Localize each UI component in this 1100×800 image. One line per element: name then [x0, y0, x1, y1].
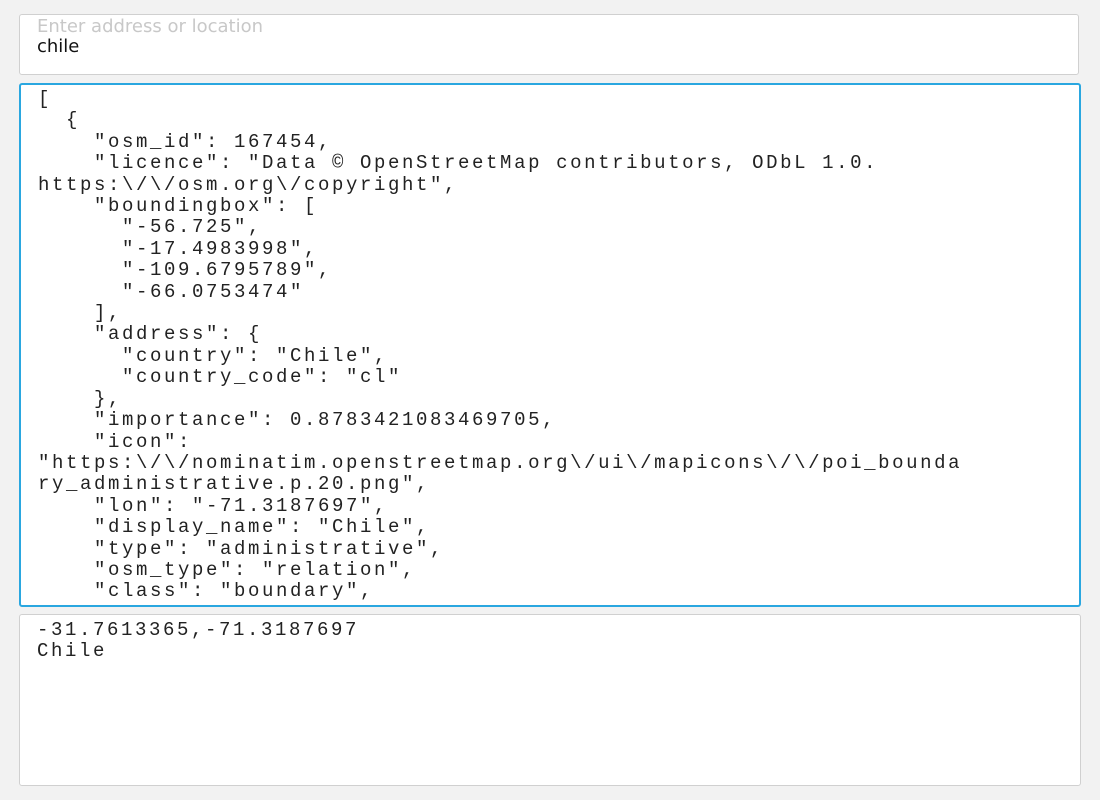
json-response-text: [ { "osm_id": 167454, "licence": "Data ©…	[38, 88, 963, 603]
result-text: -31.7613365,-71.3187697 Chile	[37, 619, 360, 663]
result-textarea[interactable]: -31.7613365,-71.3187697 Chile	[19, 614, 1081, 786]
address-search-input[interactable]: Enter address or location chile	[19, 14, 1079, 75]
address-value[interactable]: chile	[37, 36, 79, 57]
address-placeholder: Enter address or location	[37, 16, 264, 37]
json-response-textarea[interactable]: [ { "osm_id": 167454, "licence": "Data ©…	[19, 83, 1081, 607]
